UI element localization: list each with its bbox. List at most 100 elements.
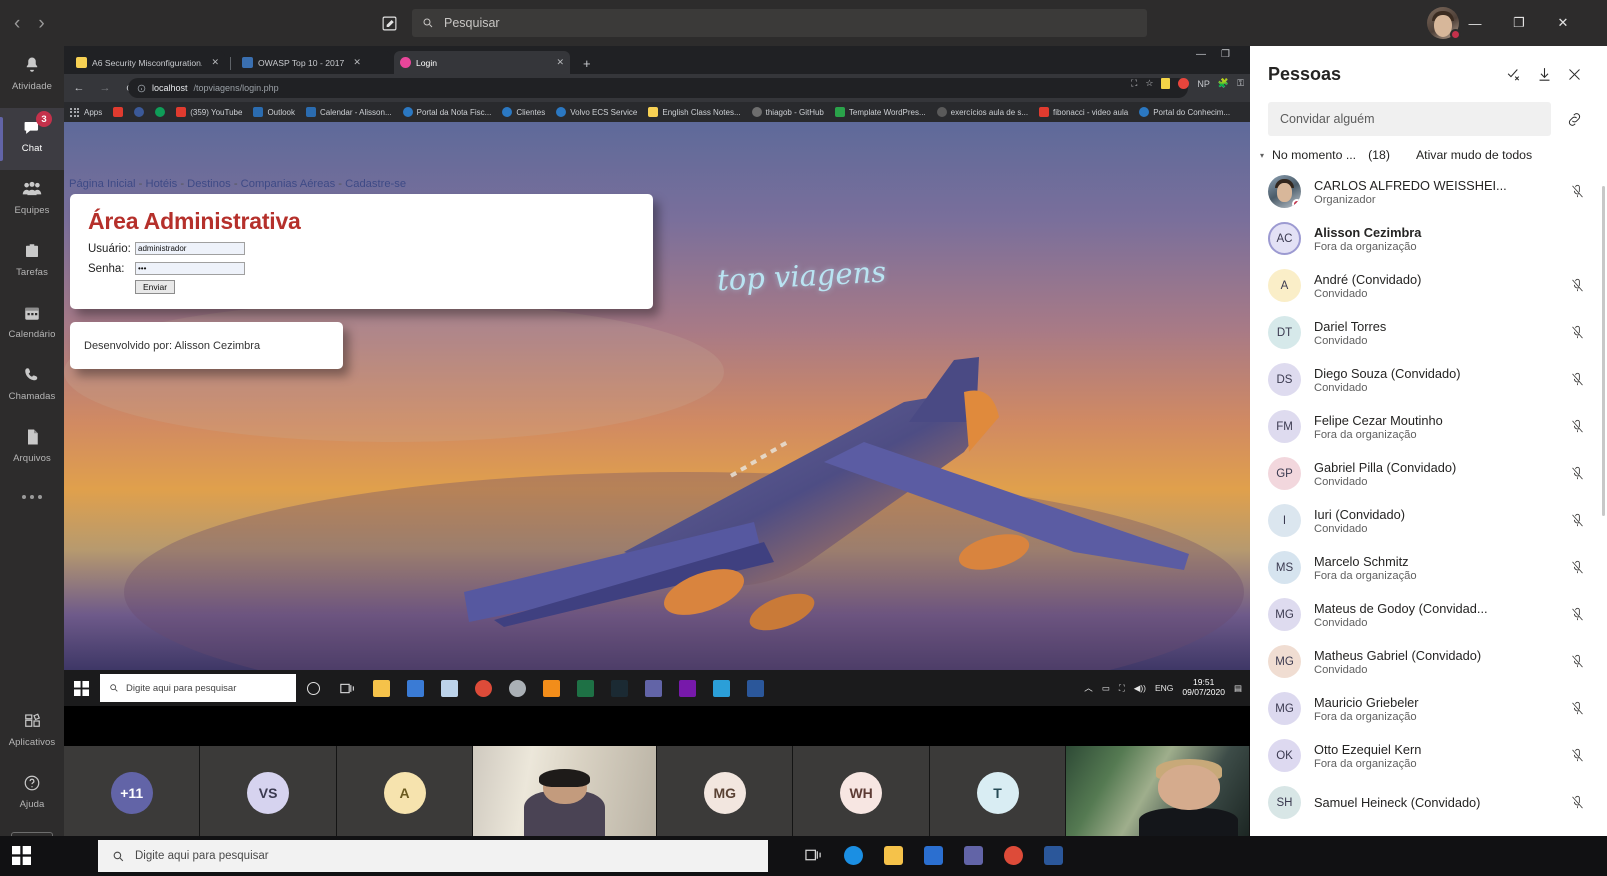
opera-icon[interactable] [502, 673, 532, 703]
bookmark-item[interactable]: thiagob - GitHub [751, 107, 824, 117]
participant-t[interactable]: T [929, 746, 1067, 840]
forward-button[interactable]: › [38, 14, 44, 33]
close-tab-icon[interactable]: ✕ [556, 57, 564, 68]
browser-minimize-button[interactable]: — [1196, 49, 1206, 60]
windows-start-icon[interactable] [64, 680, 98, 696]
close-tab-icon[interactable]: ✕ [211, 57, 219, 68]
usuario-input[interactable] [135, 242, 245, 255]
mic-muted-icon[interactable] [1565, 744, 1589, 768]
sidebar-item-chamadas[interactable]: Chamadas [0, 356, 64, 418]
submit-button[interactable]: Enviar [135, 280, 176, 294]
bookmark-item[interactable] [155, 107, 166, 117]
mic-muted-icon[interactable] [1565, 650, 1589, 674]
list-item[interactable]: MG Mateus de Godoy (Convidad... Convidad… [1250, 591, 1607, 638]
back-button[interactable]: ‹ [14, 14, 20, 33]
nav-link-destinos[interactable]: Destinos [187, 178, 231, 190]
extension-red-icon[interactable] [1178, 78, 1190, 89]
browser-tab[interactable]: A6 Security Misconfiguration.pp ✕ [70, 51, 225, 74]
task-view-icon[interactable] [800, 840, 826, 870]
bookmark-item[interactable] [134, 107, 145, 117]
mute-all-button[interactable]: Ativar mudo de todos [1416, 148, 1532, 162]
browser-maximize-button[interactable]: ❐ [1221, 49, 1230, 60]
file-explorer-icon[interactable] [366, 673, 396, 703]
list-item[interactable]: OK Otto Ezequiel Kern Fora da organizaçã… [1250, 732, 1607, 779]
language-indicator[interactable]: ENG [1155, 683, 1173, 693]
file-explorer-icon[interactable] [880, 840, 906, 870]
nav-link-companias-aereas[interactable]: Companias Aéreas [241, 178, 336, 190]
address-bar[interactable]: localhost /topviagens/login.php [128, 78, 1188, 98]
task-view-icon[interactable] [332, 673, 362, 703]
mic-muted-icon[interactable] [1565, 791, 1589, 815]
edge-icon[interactable] [840, 840, 866, 870]
list-item[interactable]: CARLOS ALFREDO WEISSHEI... Organizador [1250, 168, 1607, 215]
close-panel-icon[interactable] [1559, 59, 1589, 89]
more-dots-icon[interactable] [0, 480, 64, 514]
list-item[interactable]: DS Diego Souza (Convidado) Convidado [1250, 356, 1607, 403]
bookmark-item[interactable]: Outlook [253, 107, 295, 117]
mic-muted-icon[interactable] [1565, 697, 1589, 721]
display-icon[interactable]: ⛶ [1119, 683, 1125, 694]
search-input[interactable]: Pesquisar [412, 9, 1147, 37]
photoshop-icon[interactable] [604, 673, 634, 703]
mic-muted-icon[interactable] [1565, 368, 1589, 392]
bookmark-item[interactable]: Portal da Nota Fisc... [402, 107, 491, 117]
clock[interactable]: 19:51 09/07/2020 [1182, 678, 1225, 697]
mic-muted-icon[interactable] [1565, 509, 1589, 533]
sidebar-item-ajuda[interactable]: Ajuda [0, 764, 64, 826]
new-tab-button[interactable]: + [583, 56, 591, 71]
nav-link-cadastre-se[interactable]: Cadastre-se [345, 178, 406, 190]
network-icon[interactable]: ▭ [1102, 683, 1110, 694]
list-item[interactable]: FM Felipe Cezar Moutinho Fora da organiz… [1250, 403, 1607, 450]
extension-yellow-icon[interactable] [1161, 78, 1171, 89]
list-item[interactable]: MS Marcelo Schmitz Fora da organização [1250, 544, 1607, 591]
chrome-icon[interactable] [468, 673, 498, 703]
share-link-icon[interactable] [1559, 104, 1589, 134]
windows-start-icon[interactable] [12, 846, 31, 870]
nav-link-hoteis[interactable]: Hotéis [146, 178, 178, 190]
download-attendance-icon[interactable] [1529, 59, 1559, 89]
invite-input[interactable]: Convidar alguém [1268, 102, 1551, 136]
participant-video-2[interactable] [1066, 746, 1251, 840]
sidebar-item-equipes[interactable]: Equipes [0, 170, 64, 232]
bookmark-item[interactable]: Clientes [502, 107, 545, 117]
sidebar-item-arquivos[interactable]: Arquivos [0, 418, 64, 480]
word-icon[interactable] [1040, 840, 1066, 870]
senha-input[interactable] [135, 262, 245, 275]
list-item[interactable]: A André (Convidado) Convidado [1250, 262, 1607, 309]
np-extension-icon[interactable]: NP [1197, 79, 1210, 89]
onenote-icon[interactable] [672, 673, 702, 703]
sidebar-item-aplicativos[interactable]: Aplicativos [0, 702, 64, 764]
browser-back-icon[interactable]: ← [68, 77, 90, 99]
mic-muted-icon[interactable] [1565, 274, 1589, 298]
store-icon[interactable] [920, 840, 946, 870]
mic-muted-icon[interactable] [1565, 321, 1589, 345]
participant-video-1[interactable] [473, 746, 658, 840]
overflow-participants[interactable]: +11 [64, 746, 201, 840]
participant-wh[interactable]: WH [793, 746, 930, 840]
list-item[interactable]: DT Dariel Torres Convidado [1250, 309, 1607, 356]
mail-icon[interactable] [400, 673, 430, 703]
xampp-icon[interactable] [536, 673, 566, 703]
bookmark-item[interactable]: Portal do Conhecim... [1139, 107, 1230, 117]
key-icon[interactable]: ⚿ [1237, 78, 1244, 89]
mic-muted-icon[interactable] [1565, 603, 1589, 627]
taskbar-search-box[interactable]: Digite aqui para pesquisar [98, 840, 768, 872]
chrome-icon[interactable] [1000, 840, 1026, 870]
cortana-circle-icon[interactable] [298, 673, 328, 703]
bookmark-item[interactable]: (359) YouTube [176, 107, 242, 117]
mark-all-icon[interactable] [1499, 59, 1529, 89]
teams-icon[interactable] [960, 840, 986, 870]
word-icon[interactable] [740, 673, 770, 703]
mic-muted-icon[interactable] [1565, 462, 1589, 486]
list-item[interactable]: SH Samuel Heineck (Convidado) [1250, 779, 1607, 826]
browser-tab-active[interactable]: Login ✕ [394, 51, 570, 74]
bookmark-item[interactable]: exercícios aula de s... [936, 107, 1028, 117]
browser-tab[interactable]: OWASP Top 10 - 2017 ✕ [236, 51, 391, 74]
puzzle-icon[interactable]: 🧩 [1218, 78, 1229, 89]
mic-muted-icon[interactable] [1565, 415, 1589, 439]
list-item[interactable]: AC Alisson Cezimbra Fora da organização [1250, 215, 1607, 262]
notifications-icon[interactable]: ▤ [1234, 683, 1242, 694]
bookmark-item[interactable] [113, 107, 124, 117]
close-tab-icon[interactable]: ✕ [353, 57, 361, 68]
volume-icon[interactable]: ◀)) [1134, 683, 1146, 694]
